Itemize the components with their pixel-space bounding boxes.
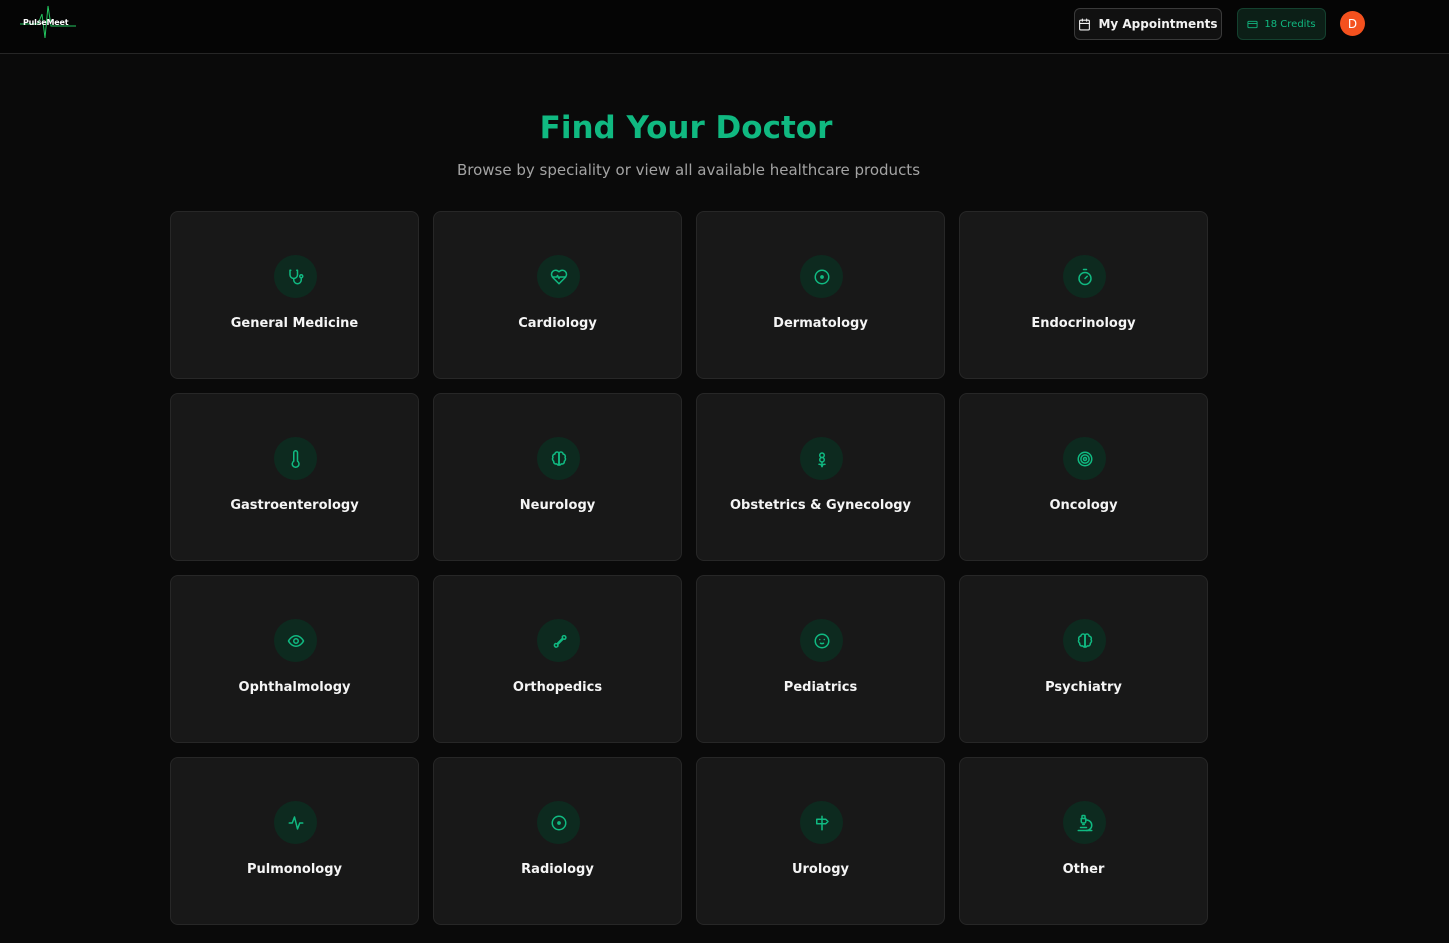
icon-badge (1063, 255, 1106, 298)
credits-label: 18 Credits (1264, 18, 1316, 30)
specialty-label: General Medicine (230, 316, 359, 331)
icon-badge (537, 619, 580, 662)
specialty-label: Endocrinology (1031, 316, 1136, 331)
signpost-icon (815, 815, 829, 830)
icon-badge (800, 255, 843, 298)
icon-badge (800, 619, 843, 662)
my-appointments-label: My Appointments (1098, 17, 1218, 31)
eye-icon (287, 634, 304, 647)
specialty-card-general-medicine[interactable]: General Medicine (170, 211, 419, 379)
brain-icon (551, 450, 566, 466)
credit-card-icon (1247, 20, 1258, 28)
specialty-label: Pediatrics (783, 680, 858, 695)
calendar-icon (1079, 18, 1091, 30)
specialty-label: Urology (791, 862, 850, 877)
user-avatar[interactable]: D (1340, 11, 1365, 36)
specialty-label: Gastroenterology (230, 498, 359, 513)
specialty-card-obstetrics-gynecology[interactable]: Obstetrics & Gynecology (696, 393, 945, 561)
icon-badge (800, 801, 843, 844)
page-subtitle: Browse by speciality or view all availab… (456, 161, 921, 179)
timer-icon (1077, 268, 1092, 285)
specialty-label: Psychiatry (1045, 680, 1122, 695)
icon-badge (537, 437, 580, 480)
app-logo[interactable]: PulseMeet (20, 4, 76, 42)
specialty-card-urology[interactable]: Urology (696, 757, 945, 925)
specialty-card-orthopedics[interactable]: Orthopedics (433, 575, 682, 743)
icon-badge (274, 255, 317, 298)
specialty-label: Radiology (521, 862, 594, 877)
specialty-label: Cardiology (518, 316, 597, 331)
specialty-card-radiology[interactable]: Radiology (433, 757, 682, 925)
specialty-grid: General Medicine Cardiology Dermatology … (170, 211, 1208, 925)
specialty-card-neurology[interactable]: Neurology (433, 393, 682, 561)
my-appointments-button[interactable]: My Appointments (1074, 8, 1222, 40)
specialty-label: Pulmonology (246, 862, 343, 877)
stethoscope-icon (288, 269, 303, 284)
icon-badge (1063, 619, 1106, 662)
microscope-icon (1077, 814, 1092, 831)
specialty-card-psychiatry[interactable]: Psychiatry (959, 575, 1208, 743)
specialty-label: Other (1062, 862, 1105, 877)
icon-badge (274, 801, 317, 844)
baby-icon (814, 633, 829, 648)
icon-badge (1063, 437, 1106, 480)
specialty-card-endocrinology[interactable]: Endocrinology (959, 211, 1208, 379)
specialty-card-cardiology[interactable]: Cardiology (433, 211, 682, 379)
specialty-card-other[interactable]: Other (959, 757, 1208, 925)
heart-pulse-icon (550, 269, 567, 284)
specialty-label: Oncology (1049, 498, 1118, 513)
specialty-card-ophthalmology[interactable]: Ophthalmology (170, 575, 419, 743)
brain-icon (1077, 632, 1092, 648)
activity-icon (288, 815, 303, 830)
circle-dot-icon (551, 815, 566, 830)
specialty-label: Obstetrics & Gynecology (729, 498, 912, 513)
specialty-card-pediatrics[interactable]: Pediatrics (696, 575, 945, 743)
credits-badge[interactable]: 18 Credits (1237, 8, 1326, 40)
specialty-card-dermatology[interactable]: Dermatology (696, 211, 945, 379)
top-nav-bar: PulseMeet My Appointments 18 Credits D (0, 0, 1449, 54)
logo-text: PulseMeet (23, 18, 69, 27)
specialty-label: Ophthalmology (238, 680, 351, 695)
icon-badge (1063, 801, 1106, 844)
bone-icon (553, 634, 567, 648)
thermometer-icon (291, 449, 300, 468)
target-icon (1077, 451, 1092, 466)
icon-badge (800, 437, 843, 480)
icon-badge (537, 801, 580, 844)
icon-badge (274, 437, 317, 480)
circle-dot-icon (814, 269, 829, 284)
specialty-label: Orthopedics (512, 680, 603, 695)
specialty-label: Dermatology (773, 316, 868, 331)
specialty-label: Neurology (519, 498, 596, 513)
icon-badge (274, 619, 317, 662)
specialty-card-oncology[interactable]: Oncology (959, 393, 1208, 561)
icon-badge (537, 255, 580, 298)
specialty-card-gastroenterology[interactable]: Gastroenterology (170, 393, 419, 561)
flower-icon (817, 451, 826, 467)
specialty-card-pulmonology[interactable]: Pulmonology (170, 757, 419, 925)
page-title: Find Your Doctor (539, 110, 833, 146)
